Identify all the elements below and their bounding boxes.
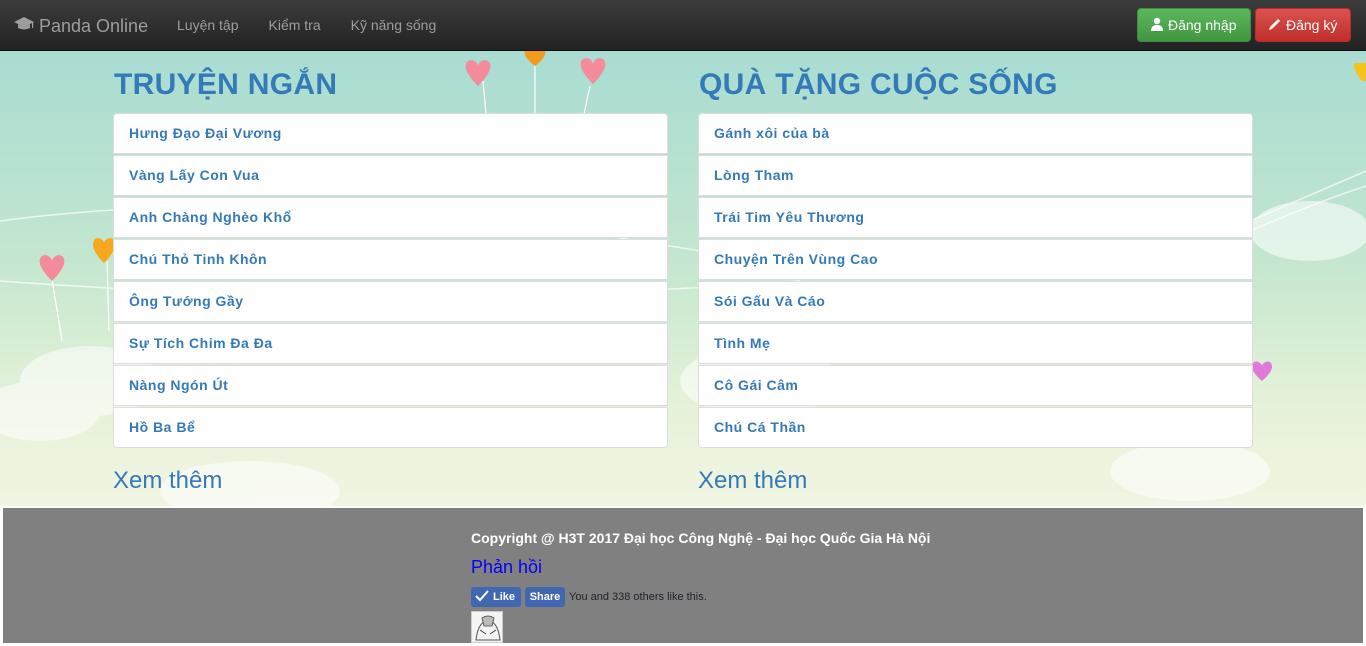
story-item[interactable]: Sự Tích Chim Đa Đa [113, 323, 668, 364]
gift-story-item[interactable]: Gánh xôi của bà [698, 113, 1253, 154]
story-item[interactable]: Anh Chàng Nghèo Khổ [113, 197, 668, 238]
story-item[interactable]: Chú Thỏ Tinh Khôn [113, 239, 668, 280]
register-button-label: Đăng ký [1286, 17, 1338, 33]
brand-link[interactable]: Panda Online [14, 14, 148, 38]
gift-story-item[interactable]: Chuyện Trên Vùng Cao [698, 239, 1253, 280]
gift-story-item[interactable]: Trái Tim Yêu Thương [698, 197, 1253, 238]
graduation-cap-icon [14, 16, 34, 37]
facebook-like-button[interactable]: Like [471, 587, 521, 607]
navbar: Panda Online Luyện tập Kiểm tra Kỹ năng … [0, 0, 1366, 51]
main-content: TRUYỆN NGẮN Hưng Đạo Đại Vương Vàng Lấy … [0, 51, 1366, 506]
nav-links: Luyện tập Kiểm tra Kỹ năng sống [177, 0, 466, 50]
user-icon [1150, 17, 1164, 34]
copyright-text: Copyright @ H3T 2017 Đại học Công Nghệ -… [471, 530, 931, 546]
footer: Copyright @ H3T 2017 Đại học Công Nghệ -… [3, 508, 1363, 643]
gift-story-item[interactable]: Chú Cá Thần [698, 407, 1253, 448]
life-gifts-more-link[interactable]: Xem thêm [698, 467, 807, 495]
nav-link-kiem-tra[interactable]: Kiểm tra [269, 0, 321, 50]
facebook-like-widget: Like Share You and 338 others like this. [471, 587, 707, 607]
short-stories-more-link[interactable]: Xem thêm [113, 467, 222, 495]
avatar [471, 611, 503, 643]
register-button[interactable]: Đăng ký [1255, 8, 1351, 42]
gift-story-item[interactable]: Tình Mẹ [698, 323, 1253, 364]
feedback-link[interactable]: Phản hồi [471, 557, 542, 578]
story-item[interactable]: Hưng Đạo Đại Vương [113, 113, 668, 154]
check-icon [475, 589, 489, 605]
short-stories-list: Hưng Đạo Đại Vương Vàng Lấy Con Vua Anh … [113, 113, 668, 449]
short-stories-title: TRUYỆN NGẮN [114, 68, 338, 101]
nav-link-ky-nang-song[interactable]: Kỹ năng sống [351, 0, 437, 50]
brand-label: Panda Online [39, 15, 149, 36]
life-gifts-list: Gánh xôi của bà Lòng Tham Trái Tim Yêu T… [698, 113, 1253, 449]
gift-story-item[interactable]: Lòng Tham [698, 155, 1253, 196]
story-item[interactable]: Hồ Ba Bể [113, 407, 668, 448]
life-gifts-title: QUÀ TẶNG CUỘC SỐNG [699, 68, 1058, 101]
pencil-icon [1268, 17, 1282, 34]
story-item[interactable]: Nàng Ngón Út [113, 365, 668, 406]
facebook-share-button[interactable]: Share [525, 587, 565, 607]
nav-link-luyen-tap[interactable]: Luyện tập [177, 0, 239, 50]
gift-story-item[interactable]: Cô Gái Câm [698, 365, 1253, 406]
login-button-label: Đăng nhập [1168, 17, 1237, 33]
login-button[interactable]: Đăng nhập [1137, 8, 1251, 42]
facebook-like-count-text: You and 338 others like this. [569, 591, 707, 603]
gift-story-item[interactable]: Sói Gấu Và Cáo [698, 281, 1253, 322]
story-item[interactable]: Ông Tướng Gầy [113, 281, 668, 322]
facebook-like-label: Like [493, 591, 516, 603]
story-item[interactable]: Vàng Lấy Con Vua [113, 155, 668, 196]
